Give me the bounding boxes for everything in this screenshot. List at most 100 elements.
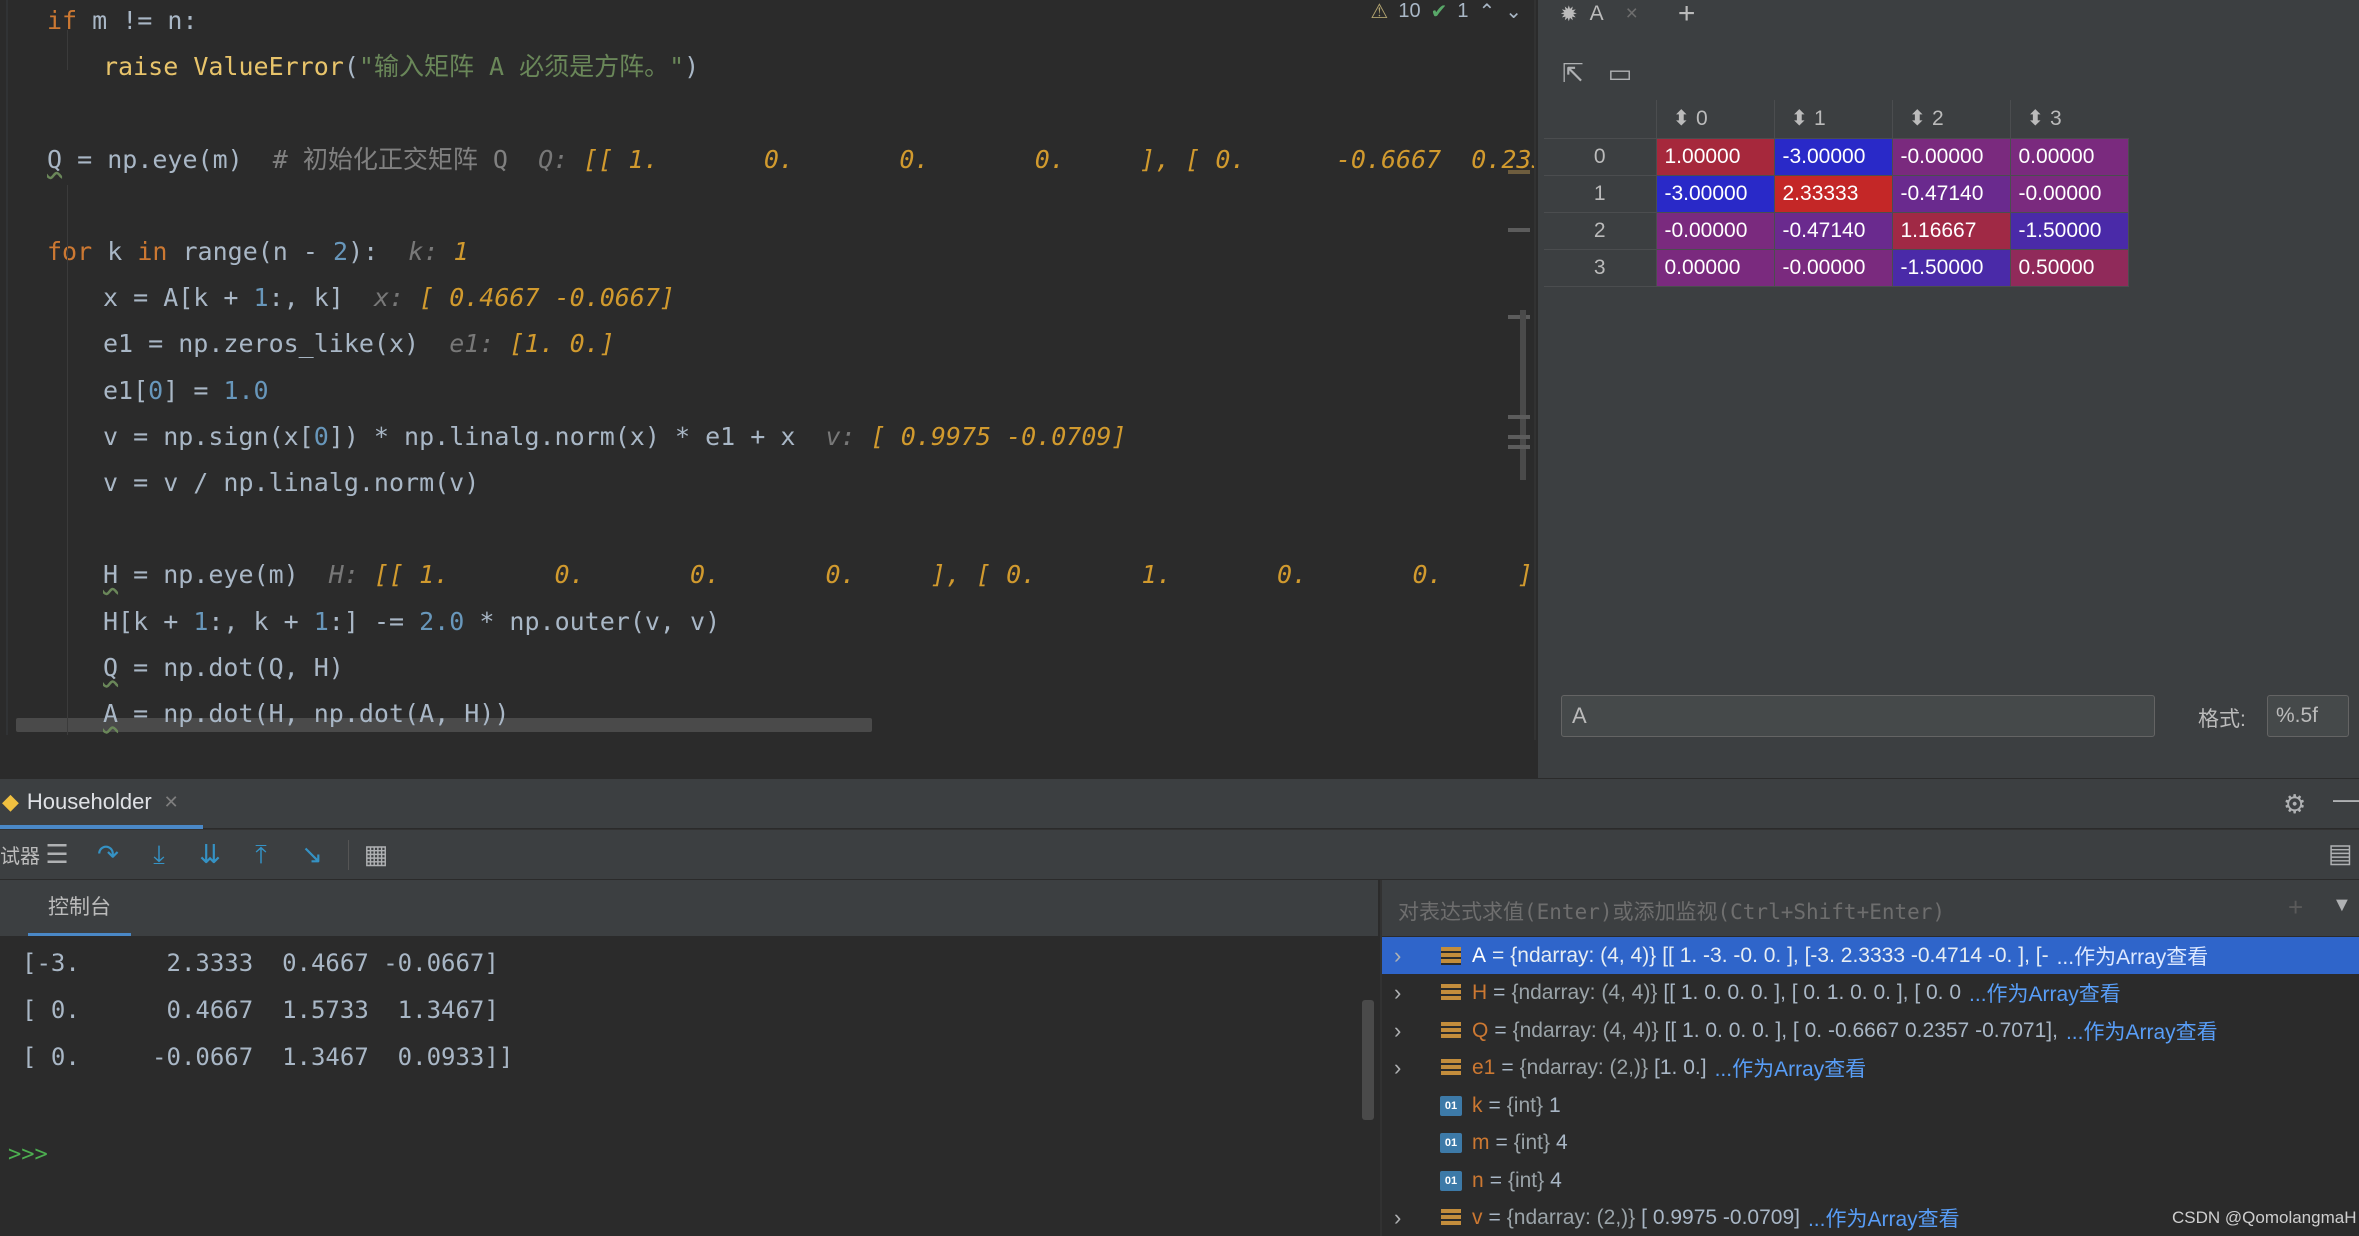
layout-icon[interactable]: ▤: [2328, 838, 2353, 869]
code-line[interactable]: e1 = np.zeros_like(x) e1: [1. 0.]: [103, 321, 615, 367]
step-into-my-code-icon[interactable]: ⇊: [193, 838, 227, 872]
gear-icon[interactable]: ⚙: [2283, 789, 2306, 820]
view-as-array-link[interactable]: ...作为Array查看: [1808, 1203, 1960, 1233]
column-header[interactable]: ⬍ 2: [1891, 100, 2010, 139]
open-external-icon[interactable]: ⇱: [1562, 58, 1584, 89]
code-editor[interactable]: ⚠ 10 ✔ 1 ⌃ ⌄ if m != n: raise ValueError(…: [0, 0, 1536, 740]
marker[interactable]: [1508, 445, 1530, 449]
tab-console[interactable]: 控制台: [28, 880, 131, 936]
grid-cell[interactable]: -3.00000: [1773, 137, 1893, 176]
step-over-icon[interactable]: ↷: [91, 838, 125, 872]
code-line[interactable]: v = np.sign(x[0]) * np.linalg.norm(x) * …: [103, 414, 1127, 460]
code-line[interactable]: v = v / np.linalg.norm(v): [103, 460, 479, 506]
view-as-array-link[interactable]: ...作为Array查看: [2057, 941, 2209, 971]
variable-row[interactable]: › e1 = {ndarray: (2,)} [1. 0.] ...作为Array查看: [1382, 1050, 2359, 1087]
view-as-array-link[interactable]: ...作为Array查看: [2066, 1016, 2218, 1046]
add-watch-icon[interactable]: +: [2288, 892, 2303, 923]
code-token: [1. 0.]: [509, 329, 615, 359]
column-header[interactable]: ⬍ 1: [1773, 100, 1892, 139]
editor-vertical-scrollbar[interactable]: [1520, 310, 1526, 480]
marker[interactable]: [1508, 415, 1530, 419]
int-icon: 01: [1440, 1132, 1462, 1154]
viewer-tab-a[interactable]: A: [1590, 2, 1604, 26]
code-line[interactable]: for k in range(n - 2): k: 1: [47, 229, 469, 275]
next-highlight-icon[interactable]: ⌄: [1505, 0, 1522, 24]
watch-input[interactable]: 对表达式求值(Enter)或添加监视(Ctrl+Shift+Enter): [1398, 896, 1945, 926]
inspection-status[interactable]: ⚠ 10 ✔ 1 ⌃ ⌄: [1370, 0, 1522, 24]
grid-cell[interactable]: 0.00000: [2009, 137, 2129, 176]
grid-cell[interactable]: 1.00000: [1655, 137, 1775, 176]
console-scrollbar[interactable]: [1362, 1000, 1374, 1120]
expand-icon[interactable]: ›: [1394, 980, 1420, 1006]
marker[interactable]: [1508, 435, 1530, 439]
column-header[interactable]: ⬍ 0: [1655, 100, 1774, 139]
console-line: [-3. 2.3333 0.4667 -0.0667]: [22, 949, 499, 977]
marker[interactable]: [1508, 228, 1530, 232]
array-icon-shape: [1441, 1059, 1461, 1077]
minimize-icon[interactable]: —: [2333, 783, 2359, 815]
step-out-icon[interactable]: ⤒: [244, 838, 278, 872]
grid-cell[interactable]: -3.00000: [1655, 174, 1775, 213]
toolbar-separator: [348, 839, 349, 870]
variable-row[interactable]: 01 m = {int} 4: [1382, 1125, 2359, 1162]
grid-cell[interactable]: -0.47140: [1891, 174, 2011, 213]
row-header[interactable]: 3: [1544, 248, 1657, 287]
tab-householder[interactable]: ◆ Householder ✕: [0, 779, 203, 829]
expression-input[interactable]: A: [1561, 695, 2155, 737]
expand-icon[interactable]: ›: [1394, 1055, 1420, 1081]
grid-cell[interactable]: -0.00000: [2009, 174, 2129, 213]
grid-cell[interactable]: 0.50000: [2009, 248, 2129, 287]
variable-row[interactable]: 01 n = {int} 4: [1382, 1162, 2359, 1199]
code-token: k: [107, 237, 138, 266]
row-header[interactable]: 1: [1544, 174, 1657, 213]
grid-cell[interactable]: -0.00000: [1655, 211, 1775, 250]
prev-highlight-icon[interactable]: ⌃: [1478, 0, 1495, 24]
step-into-icon[interactable]: ⤓: [142, 838, 176, 872]
expand-icon[interactable]: ›: [1394, 1018, 1420, 1044]
variable-row[interactable]: 01 k = {int} 1: [1382, 1087, 2359, 1124]
code-line[interactable]: H = np.eye(m) H: [[ 1. 0. 0. 0. ], [ 0. …: [103, 552, 1534, 598]
window-icon[interactable]: ▭: [1608, 58, 1633, 89]
menu-icon[interactable]: ☰: [40, 838, 74, 872]
code-line[interactable]: if m != n:: [47, 0, 198, 44]
row-header[interactable]: 0: [1544, 137, 1657, 176]
chevron-down-icon[interactable]: ▼: [2332, 894, 2352, 917]
code-line[interactable]: H[k + 1:, k + 1:] -= 2.0 * np.outer(v, v…: [103, 599, 720, 645]
code-line[interactable]: raise ValueError("输入矩阵 A 必须是方阵。"): [103, 44, 699, 90]
grid-cell[interactable]: 2.33333: [1773, 174, 1893, 213]
view-as-array-link[interactable]: ...作为Array查看: [1715, 1053, 1867, 1083]
table-icon[interactable]: ▦: [359, 838, 393, 872]
add-tab-icon[interactable]: +: [1678, 0, 1696, 31]
run-to-cursor-icon[interactable]: ↘: [295, 838, 329, 872]
variable-row[interactable]: › H = {ndarray: (4, 4)}[[ 1. 0. 0. 0. ], [ …: [1382, 975, 2359, 1012]
grid-cell[interactable]: -0.00000: [1773, 248, 1893, 287]
grid-cell[interactable]: -0.00000: [1891, 137, 2011, 176]
format-input[interactable]: %.5f: [2267, 695, 2349, 737]
console-prompt[interactable]: >>>: [8, 1142, 48, 1167]
code-line[interactable]: e1[0] = 1.0: [103, 368, 269, 414]
code-line[interactable]: x = A[k + 1:, k] x: [ 0.4667 -0.0667]: [103, 275, 675, 321]
sort-icon: ⬍: [1908, 107, 1927, 131]
view-as-array-link[interactable]: ...作为Array查看: [1969, 978, 2121, 1008]
grid-cell[interactable]: -1.50000: [1891, 248, 2011, 287]
variable-row[interactable]: › A = {ndarray: (4, 4)}[[ 1. -3. -0. 0. ], …: [1382, 937, 2359, 974]
expand-icon[interactable]: ›: [1394, 1205, 1420, 1231]
marker[interactable]: [1508, 315, 1530, 319]
variable-row[interactable]: › Q = {ndarray: (4, 4)}[[ 1. 0. 0. 0. ], [ …: [1382, 1012, 2359, 1049]
close-icon[interactable]: ✕: [164, 792, 179, 813]
code-token: [[ 1. 0. 0. 0. ], [ 0. -0.6667 0.2357 -0…: [583, 144, 1534, 174]
code-line[interactable]: Q = np.dot(Q, H): [103, 645, 344, 691]
code-line[interactable]: Q = np.eye(m) # 初始化正交矩阵 Q Q: [[ 1. 0. 0.…: [47, 137, 1534, 183]
grid-cell[interactable]: -0.47140: [1773, 211, 1893, 250]
equals-sign: =: [1488, 1206, 1501, 1229]
grid-cell[interactable]: -1.50000: [2009, 211, 2129, 250]
code-line[interactable]: A = np.dot(H, np.dot(A, H)): [103, 691, 509, 737]
close-icon[interactable]: ×: [1626, 2, 1638, 26]
variable-type: {int}: [1507, 1168, 1545, 1192]
code-token: if: [47, 6, 93, 35]
grid-cell[interactable]: 0.00000: [1655, 248, 1775, 287]
grid-cell[interactable]: 1.16667: [1891, 211, 2011, 250]
expand-icon[interactable]: ›: [1394, 943, 1420, 969]
row-header[interactable]: 2: [1544, 211, 1657, 250]
column-header[interactable]: ⬍ 3: [2009, 100, 2128, 139]
